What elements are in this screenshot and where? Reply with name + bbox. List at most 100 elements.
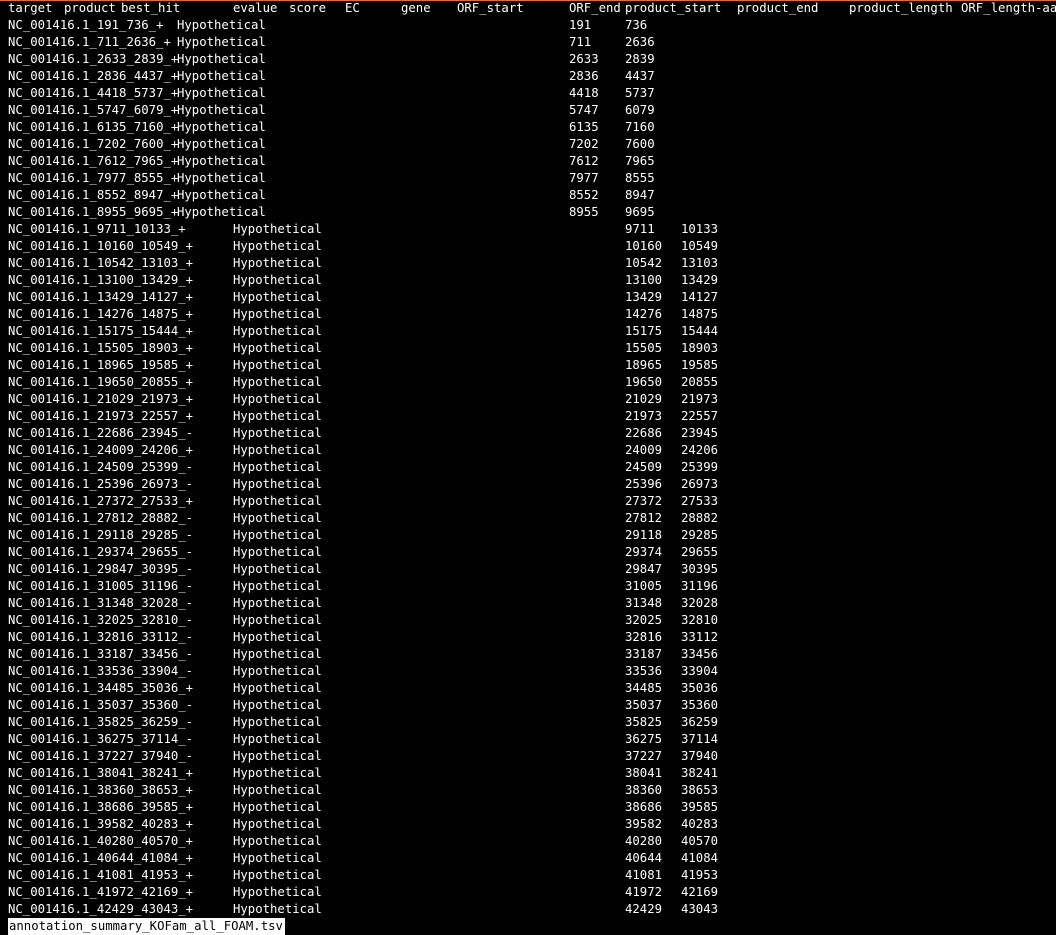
row-end-cell: 30395	[681, 562, 719, 576]
row-target-cell: NC_001416.1_41081_41953_+	[8, 868, 194, 882]
row-product-cell: Hypothetical	[233, 443, 322, 457]
table-row: NC_001416.1_10160_10549_+ Hypothetical 101…	[0, 238, 1056, 255]
row-start-cell: 9711	[625, 222, 655, 236]
row-product-cell: Hypothetical	[177, 69, 266, 83]
row-product-cell: Hypothetical	[233, 579, 322, 593]
row-target-cell: NC_001416.1_41972_42169_+	[8, 885, 194, 899]
column-header-product: product	[64, 1, 116, 15]
table-row: NC_001416.1_38041_38241_+ Hypothetical 380…	[0, 765, 1056, 782]
row-start-cell: 25396	[625, 477, 663, 491]
row-target-cell: NC_001416.1_191_736_+	[8, 18, 164, 32]
row-product-cell: Hypothetical	[233, 681, 322, 695]
row-target-cell: NC_001416.1_33187_33456_-	[8, 647, 194, 661]
row-start-cell: 6135	[569, 120, 599, 134]
table-row: NC_001416.1_27812_28882_- Hypothetical 278…	[0, 510, 1056, 527]
table-row: NC_001416.1_8955_9695_+ Hypothetical 8955 9…	[0, 204, 1056, 221]
row-target-cell: NC_001416.1_39582_40283_+	[8, 817, 194, 831]
table-row: NC_001416.1_13100_13429_+ Hypothetical 131…	[0, 272, 1056, 289]
row-product-cell: Hypothetical	[233, 324, 322, 338]
row-end-cell: 2636	[625, 35, 655, 49]
row-product-cell: Hypothetical	[233, 698, 322, 712]
row-end-cell: 4437	[625, 69, 655, 83]
row-end-cell: 5737	[625, 86, 655, 100]
row-start-cell: 38360	[625, 783, 663, 797]
row-product-cell: Hypothetical	[233, 426, 322, 440]
table-row: NC_001416.1_42429_43043_+ Hypothetical 424…	[0, 901, 1056, 918]
table-row: NC_001416.1_5747_6079_+ Hypothetical 5747 6…	[0, 102, 1056, 119]
row-target-cell: NC_001416.1_40280_40570_+	[8, 834, 194, 848]
row-target-cell: NC_001416.1_19650_20855_+	[8, 375, 194, 389]
row-target-cell: NC_001416.1_36275_37114_-	[8, 732, 194, 746]
row-target-cell: NC_001416.1_27812_28882_-	[8, 511, 194, 525]
table-row: NC_001416.1_32816_33112_- Hypothetical 328…	[0, 629, 1056, 646]
row-target-cell: NC_001416.1_38360_38653_+	[8, 783, 194, 797]
row-target-cell: NC_001416.1_22686_23945_-	[8, 426, 194, 440]
row-target-cell: NC_001416.1_32816_33112_-	[8, 630, 194, 644]
row-product-cell: Hypothetical	[233, 256, 322, 270]
row-product-cell: Hypothetical	[233, 749, 322, 763]
row-end-cell: 37114	[681, 732, 719, 746]
row-target-cell: NC_001416.1_7977_8555_+	[8, 171, 179, 185]
row-start-cell: 2836	[569, 69, 599, 83]
row-end-cell: 41953	[681, 868, 719, 882]
row-start-cell: 8955	[569, 205, 599, 219]
table-row: NC_001416.1_40644_41084_+ Hypothetical 406…	[0, 850, 1056, 867]
row-end-cell: 31196	[681, 579, 719, 593]
row-end-cell: 32028	[681, 596, 719, 610]
row-target-cell: NC_001416.1_8955_9695_+	[8, 205, 179, 219]
table-row: NC_001416.1_31005_31196_- Hypothetical 310…	[0, 578, 1056, 595]
row-start-cell: 29847	[625, 562, 663, 576]
row-target-cell: NC_001416.1_5747_6079_+	[8, 103, 179, 117]
row-end-cell: 15444	[681, 324, 719, 338]
row-start-cell: 27812	[625, 511, 663, 525]
column-header-gene: gene	[401, 1, 431, 15]
table-row: NC_001416.1_18965_19585_+ Hypothetical 189…	[0, 357, 1056, 374]
table-row: NC_001416.1_39582_40283_+ Hypothetical 395…	[0, 816, 1056, 833]
row-start-cell: 42429	[625, 902, 663, 916]
row-product-cell: Hypothetical	[233, 630, 322, 644]
table-row: NC_001416.1_8552_8947_+ Hypothetical 8552 8…	[0, 187, 1056, 204]
row-start-cell: 19650	[625, 375, 663, 389]
table-row: NC_001416.1_19650_20855_+ Hypothetical 196…	[0, 374, 1056, 391]
table-row: NC_001416.1_9711_10133_+ Hypothetical 9711…	[0, 221, 1056, 238]
table-row: NC_001416.1_31348_32028_- Hypothetical 313…	[0, 595, 1056, 612]
row-end-cell: 13429	[681, 273, 719, 287]
row-product-cell: Hypothetical	[233, 511, 322, 525]
row-target-cell: NC_001416.1_13100_13429_+	[8, 273, 194, 287]
row-start-cell: 36275	[625, 732, 663, 746]
row-start-cell: 33187	[625, 647, 663, 661]
table-row: NC_001416.1_7612_7965_+ Hypothetical 7612 7…	[0, 153, 1056, 170]
table-row: NC_001416.1_14276_14875_+ Hypothetical 142…	[0, 306, 1056, 323]
row-product-cell: Hypothetical	[233, 800, 322, 814]
row-start-cell: 15175	[625, 324, 663, 338]
row-target-cell: NC_001416.1_35037_35360_-	[8, 698, 194, 712]
row-end-cell: 21973	[681, 392, 719, 406]
row-end-cell: 29285	[681, 528, 719, 542]
row-target-cell: NC_001416.1_7612_7965_+	[8, 154, 179, 168]
table-row: NC_001416.1_21029_21973_+ Hypothetical 210…	[0, 391, 1056, 408]
row-start-cell: 10160	[625, 239, 663, 253]
column-header-target: target	[8, 1, 53, 15]
row-product-cell: Hypothetical	[233, 528, 322, 542]
row-end-cell: 14875	[681, 307, 719, 321]
row-product-cell: Hypothetical	[233, 664, 322, 678]
row-target-cell: NC_001416.1_15175_15444_+	[8, 324, 194, 338]
table-row: NC_001416.1_2633_2839_+ Hypothetical 2633 2…	[0, 51, 1056, 68]
row-product-cell: Hypothetical	[233, 307, 322, 321]
row-target-cell: NC_001416.1_31348_32028_-	[8, 596, 194, 610]
table-row: NC_001416.1_25396_26973_- Hypothetical 253…	[0, 476, 1056, 493]
row-target-cell: NC_001416.1_18965_19585_+	[8, 358, 194, 372]
column-header-product-start: product_start	[625, 1, 722, 15]
row-start-cell: 31348	[625, 596, 663, 610]
row-end-cell: 13103	[681, 256, 719, 270]
table-row: NC_001416.1_21973_22557_+ Hypothetical 219…	[0, 408, 1056, 425]
row-end-cell: 6079	[625, 103, 655, 117]
row-end-cell: 26973	[681, 477, 719, 491]
terminal-pager-view[interactable]: target product best_hit evalue score EC …	[0, 0, 1056, 935]
row-end-cell: 43043	[681, 902, 719, 916]
row-end-cell: 37940	[681, 749, 719, 763]
row-start-cell: 31005	[625, 579, 663, 593]
row-start-cell: 27372	[625, 494, 663, 508]
row-product-cell: Hypothetical	[177, 188, 266, 202]
row-product-cell: Hypothetical	[233, 409, 322, 423]
